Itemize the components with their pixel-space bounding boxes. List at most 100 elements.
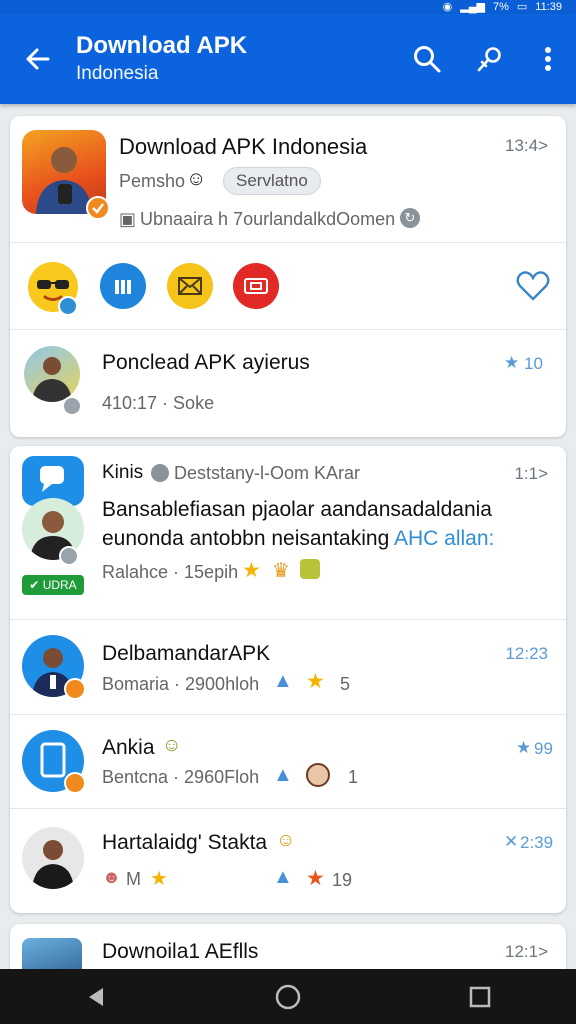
link-icon: ▣ [119, 209, 137, 229]
post-text-line1: Bansablefiasan pjaolar aandansadaldania [102, 498, 492, 521]
face-emoji-icon [306, 763, 330, 787]
item-title: Ponclead APK ayierus [102, 351, 310, 374]
app-titles: Download APK Indonesia [76, 31, 396, 87]
check-icon: ✔ [29, 578, 40, 592]
back-button[interactable] [0, 14, 76, 104]
more-vert-icon [545, 47, 551, 71]
post-time: 1:1> [514, 464, 548, 483]
divider [10, 242, 566, 243]
app-title: Download APK [76, 32, 248, 59]
smile-emoji-icon: ☺ [186, 168, 207, 190]
mail-icon [178, 277, 202, 295]
star-icon: ★ [242, 559, 261, 582]
status-bar: ◉ ▂▄▆ 7% ▭ 11:39 [0, 0, 576, 14]
bar-chart-icon [115, 280, 131, 294]
chart-button[interactable] [100, 263, 146, 309]
recents-square-icon [469, 986, 491, 1007]
verified-badge [62, 396, 82, 416]
status-chip[interactable]: Servlatno [223, 167, 321, 195]
list-item-count: 5 [340, 674, 351, 694]
item-meta: 410:17 · Soke [102, 393, 215, 413]
list-item-meta: Bomaria · 2900hloh [102, 674, 260, 694]
item-avatar[interactable] [24, 346, 80, 402]
list-item-time: 99 [534, 739, 553, 758]
more-options-button[interactable] [520, 14, 576, 104]
nav-home-button[interactable] [248, 969, 328, 1024]
post-text-line2: eunonda antobbn neisantaking [102, 527, 390, 550]
divider [10, 808, 566, 809]
media-button[interactable] [233, 263, 279, 309]
search-icon [414, 46, 441, 73]
pin-icon: ★ [516, 738, 532, 757]
list-item-count: 1 [348, 767, 359, 787]
post-link[interactable]: AHC allan: [394, 527, 494, 551]
list-avatar[interactable] [22, 827, 84, 889]
channel-title: Download APK Indonesia [119, 134, 368, 159]
verified-badge [86, 196, 110, 220]
nav-back-button[interactable] [56, 969, 136, 1024]
verified-badge [58, 296, 78, 316]
star-icon: ★ [150, 868, 168, 890]
feed-card: ✔ UDRA Kinis Deststany-l-Oom KArar 1:1> … [10, 446, 566, 913]
heart-icon [516, 271, 550, 301]
post-subtitle: Deststany-l-Oom KArar [174, 463, 361, 483]
post-meta: Ralahce · 15epih [102, 562, 239, 582]
camera-icon [244, 278, 268, 294]
channel-time: 13:4> [504, 136, 548, 155]
thumbs-up-icon: ▲ [273, 866, 293, 888]
list-item-time: 12:1> [504, 942, 548, 961]
post-author: Kinis [102, 462, 144, 483]
person-image [32, 357, 72, 402]
verified-badge [64, 772, 86, 794]
wifi-icon: ◉ [442, 1, 453, 13]
home-circle-icon [275, 984, 301, 1009]
info-icon: ↻ [400, 208, 420, 228]
channel-meta: Pemsho [119, 171, 186, 191]
divider [10, 619, 566, 620]
app-bar: Download APK Indonesia [0, 14, 576, 104]
verified-badge [64, 678, 86, 700]
list-item-count: 19 [332, 870, 353, 890]
list-item-time: 2:39 [520, 833, 554, 852]
signal-icon: ▂▄▆ [460, 1, 485, 13]
featured-card: Download APK Indonesia 13:4> Pemsho ☺ Se… [10, 116, 566, 437]
mail-button[interactable] [167, 263, 213, 309]
item-time: 10 [524, 354, 543, 373]
sticker-icon [300, 559, 320, 579]
favorite-button[interactable] [510, 263, 556, 309]
crown-icon: ♛ [272, 560, 290, 582]
status-label: ✔ UDRA [22, 575, 84, 595]
thumbs-up-icon: ▲ [273, 764, 293, 786]
channel-desc: Ubnaaira h 7ourlandalkdOomen [140, 209, 396, 229]
list-item-title: Ankia [102, 736, 155, 759]
status-time: 11:39 [535, 1, 562, 13]
pin-icon: ✕ [504, 832, 519, 851]
star-icon: ★ [306, 670, 325, 693]
app-subtitle: Indonesia [76, 63, 159, 84]
list-item-title: DelbamandarAPK [102, 642, 271, 665]
emoji-icon: ☺ [162, 735, 182, 756]
star-icon: ★ [306, 867, 325, 890]
back-triangle-icon [89, 987, 103, 1006]
verified-badge [59, 546, 79, 566]
system-nav-bar [0, 969, 576, 1024]
battery-icon: ▭ [516, 1, 528, 13]
people-emoji-icon: ☻ [102, 867, 121, 887]
search-button[interactable] [396, 14, 458, 104]
pin-icon: ★ [504, 353, 520, 372]
verified-icon [151, 464, 169, 482]
thumbs-up-icon: ▲ [273, 670, 293, 692]
person-image [32, 840, 74, 889]
pin-icon [477, 47, 501, 72]
list-item-time: 12:23 [505, 644, 548, 663]
list-item-title: Downoila1 AEflls [102, 940, 259, 963]
nav-recents-button[interactable] [440, 969, 520, 1024]
emoji-icon: ☺ [276, 830, 296, 851]
list-item-title: Hartalaidg' Stakta [102, 831, 268, 854]
divider [10, 714, 566, 715]
battery-level: 7% [492, 1, 509, 13]
back-arrow-icon [26, 48, 50, 70]
attach-button[interactable] [458, 14, 520, 104]
status-label-text: UDRA [42, 578, 77, 592]
list-item-meta: Bentcna · 2960Floh [102, 767, 260, 787]
